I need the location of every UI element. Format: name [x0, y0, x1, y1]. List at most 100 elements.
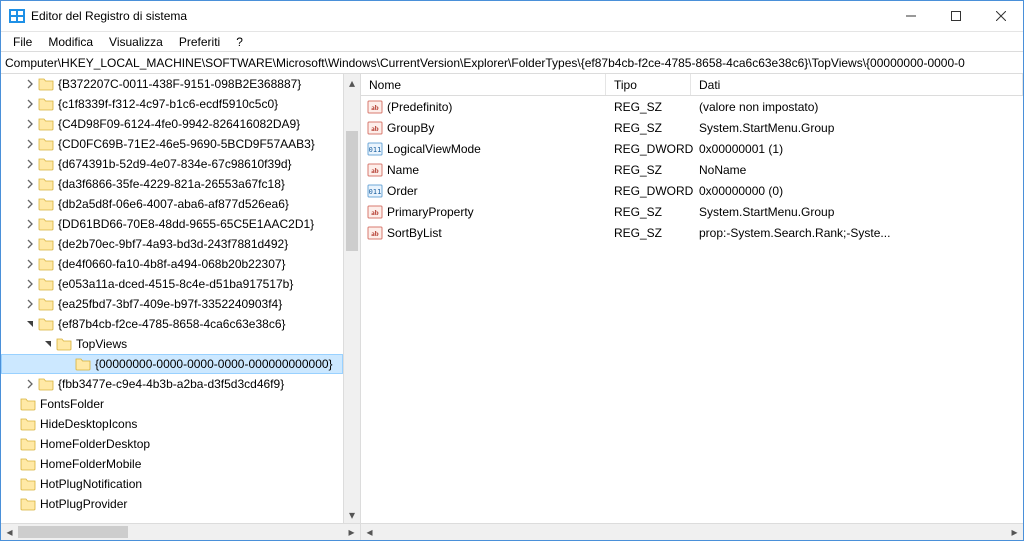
tree-item[interactable]: HotPlugNotification: [1, 474, 343, 494]
window-title: Editor del Registro di sistema: [31, 9, 187, 23]
address-input[interactable]: [5, 56, 1019, 70]
tree-item[interactable]: {ef87b4cb-f2ce-4785-8658-4ca6c63e38c6}: [1, 314, 343, 334]
scroll-left-icon[interactable]: ◂: [361, 524, 378, 541]
tree-item-label: {ea25fbd7-3bf7-409e-b97f-3352240903f4}: [58, 297, 282, 311]
scroll-down-icon[interactable]: ▾: [344, 506, 360, 523]
value-type: REG_SZ: [606, 100, 691, 114]
tree-item[interactable]: {ea25fbd7-3bf7-409e-b97f-3352240903f4}: [1, 294, 343, 314]
maximize-button[interactable]: [933, 1, 978, 31]
tree-item-label: {C4D98F09-6124-4fe0-9942-826416082DA9}: [58, 117, 300, 131]
tree-item[interactable]: HomeFolderDesktop: [1, 434, 343, 454]
chevron-down-icon[interactable]: [23, 318, 36, 331]
scroll-right-icon[interactable]: ▸: [1006, 524, 1023, 541]
chevron-right-icon[interactable]: [23, 178, 36, 191]
folder-icon: [38, 376, 54, 392]
tree-item[interactable]: {B372207C-0011-438F-9151-098B2E368887}: [1, 74, 343, 94]
chevron-right-icon[interactable]: [23, 78, 36, 91]
chevron-right-icon[interactable]: [23, 118, 36, 131]
value-name: (Predefinito): [387, 100, 452, 114]
folder-icon: [38, 276, 54, 292]
scroll-left-icon[interactable]: ◂: [1, 524, 18, 541]
tree-item-label: {B372207C-0011-438F-9151-098B2E368887}: [58, 77, 301, 91]
scroll-h-thumb[interactable]: [18, 526, 128, 538]
tree-item[interactable]: {00000000-0000-0000-0000-000000000000}: [1, 354, 343, 374]
values-list[interactable]: ab(Predefinito)REG_SZ(valore non imposta…: [361, 96, 1023, 523]
tree-item[interactable]: {CD0FC69B-71E2-46e5-9690-5BCD9F57AAB3}: [1, 134, 343, 154]
minimize-button[interactable]: [888, 1, 933, 31]
menubar: File Modifica Visualizza Preferiti ?: [1, 32, 1023, 52]
folder-icon: [20, 436, 36, 452]
tree-item-label: {db2a5d8f-06e6-4007-aba6-af877d526ea6}: [58, 197, 289, 211]
chevron-right-icon[interactable]: [23, 218, 36, 231]
tree-item[interactable]: {e053a11a-dced-4515-8c4e-d51ba917517b}: [1, 274, 343, 294]
chevron-right-icon[interactable]: [23, 238, 36, 251]
value-row[interactable]: 011OrderREG_DWORD0x00000000 (0): [361, 180, 1023, 201]
tree-item[interactable]: HideDesktopIcons: [1, 414, 343, 434]
menu-favorites[interactable]: Preferiti: [171, 33, 228, 51]
value-row[interactable]: abSortByListREG_SZprop:-System.Search.Ra…: [361, 222, 1023, 243]
value-row[interactable]: abGroupByREG_SZSystem.StartMenu.Group: [361, 117, 1023, 138]
string-value-icon: ab: [367, 225, 383, 241]
tree-item[interactable]: {d674391b-52d9-4e07-834e-67c98610f39d}: [1, 154, 343, 174]
tree-item[interactable]: {de2b70ec-9bf7-4a93-bd3d-243f7881d492}: [1, 234, 343, 254]
menu-edit[interactable]: Modifica: [40, 33, 101, 51]
tree-item-label: TopViews: [76, 337, 127, 351]
chevron-right-icon[interactable]: [23, 378, 36, 391]
binary-value-icon: 011: [367, 183, 383, 199]
svg-text:ab: ab: [371, 125, 379, 133]
chevron-right-icon[interactable]: [23, 278, 36, 291]
value-row[interactable]: ab(Predefinito)REG_SZ(valore non imposta…: [361, 96, 1023, 117]
tree-item[interactable]: HomeFolderMobile: [1, 454, 343, 474]
value-row[interactable]: abPrimaryPropertyREG_SZSystem.StartMenu.…: [361, 201, 1023, 222]
tree-item[interactable]: {de4f0660-fa10-4b8f-a494-068b20b22307}: [1, 254, 343, 274]
scroll-right-icon[interactable]: ▸: [343, 524, 360, 541]
tree-list[interactable]: {B372207C-0011-438F-9151-098B2E368887} {c…: [1, 74, 343, 523]
string-value-icon: ab: [367, 99, 383, 115]
svg-text:011: 011: [369, 188, 382, 196]
folder-icon: [38, 196, 54, 212]
menu-file[interactable]: File: [5, 33, 40, 51]
chevron-down-icon[interactable]: [41, 338, 54, 351]
chevron-right-icon[interactable]: [23, 158, 36, 171]
column-data[interactable]: Dati: [691, 74, 1023, 95]
tree-item[interactable]: TopViews: [1, 334, 343, 354]
value-name: Name: [387, 163, 419, 177]
value-data: prop:-System.Search.Rank;-Syste...: [691, 226, 1023, 240]
column-type[interactable]: Tipo: [606, 74, 691, 95]
close-button[interactable]: [978, 1, 1023, 31]
tree-item-label: {CD0FC69B-71E2-46e5-9690-5BCD9F57AAB3}: [58, 137, 315, 151]
tree-item[interactable]: {DD61BD66-70E8-48dd-9655-65C5E1AAC2D1}: [1, 214, 343, 234]
folder-icon: [38, 236, 54, 252]
tree-vertical-scrollbar[interactable]: ▴ ▾: [343, 74, 360, 523]
folder-icon: [20, 396, 36, 412]
folder-icon: [20, 456, 36, 472]
folder-icon: [38, 176, 54, 192]
folder-icon: [38, 76, 54, 92]
value-row[interactable]: abNameREG_SZNoName: [361, 159, 1023, 180]
tree-item[interactable]: {db2a5d8f-06e6-4007-aba6-af877d526ea6}: [1, 194, 343, 214]
scroll-h-track[interactable]: [378, 524, 1006, 540]
tree-horizontal-scrollbar[interactable]: ◂ ▸: [1, 523, 360, 540]
tree-item[interactable]: HotPlugProvider: [1, 494, 343, 514]
chevron-right-icon[interactable]: [23, 138, 36, 151]
scroll-up-icon[interactable]: ▴: [344, 74, 360, 91]
value-type: REG_SZ: [606, 163, 691, 177]
chevron-right-icon[interactable]: [23, 298, 36, 311]
tree-item[interactable]: FontsFolder: [1, 394, 343, 414]
chevron-right-icon[interactable]: [23, 98, 36, 111]
column-name[interactable]: Nome: [361, 74, 606, 95]
tree-item[interactable]: {da3f6866-35fe-4229-821a-26553a67fc18}: [1, 174, 343, 194]
scroll-h-track[interactable]: [18, 524, 343, 540]
tree-item[interactable]: {C4D98F09-6124-4fe0-9942-826416082DA9}: [1, 114, 343, 134]
tree-item-label: {c1f8339f-f312-4c97-b1c6-ecdf5910c5c0}: [58, 97, 278, 111]
tree-item[interactable]: {c1f8339f-f312-4c97-b1c6-ecdf5910c5c0}: [1, 94, 343, 114]
chevron-right-icon[interactable]: [23, 258, 36, 271]
tree-item[interactable]: {fbb3477e-c9e4-4b3b-a2ba-d3f5d3cd46f9}: [1, 374, 343, 394]
scroll-thumb[interactable]: [346, 131, 358, 251]
value-row[interactable]: 011LogicalViewModeREG_DWORD0x00000001 (1…: [361, 138, 1023, 159]
menu-view[interactable]: Visualizza: [101, 33, 171, 51]
chevron-right-icon[interactable]: [23, 198, 36, 211]
values-horizontal-scrollbar[interactable]: ◂ ▸: [361, 523, 1023, 540]
scroll-track[interactable]: [344, 91, 360, 506]
menu-help[interactable]: ?: [228, 33, 251, 51]
